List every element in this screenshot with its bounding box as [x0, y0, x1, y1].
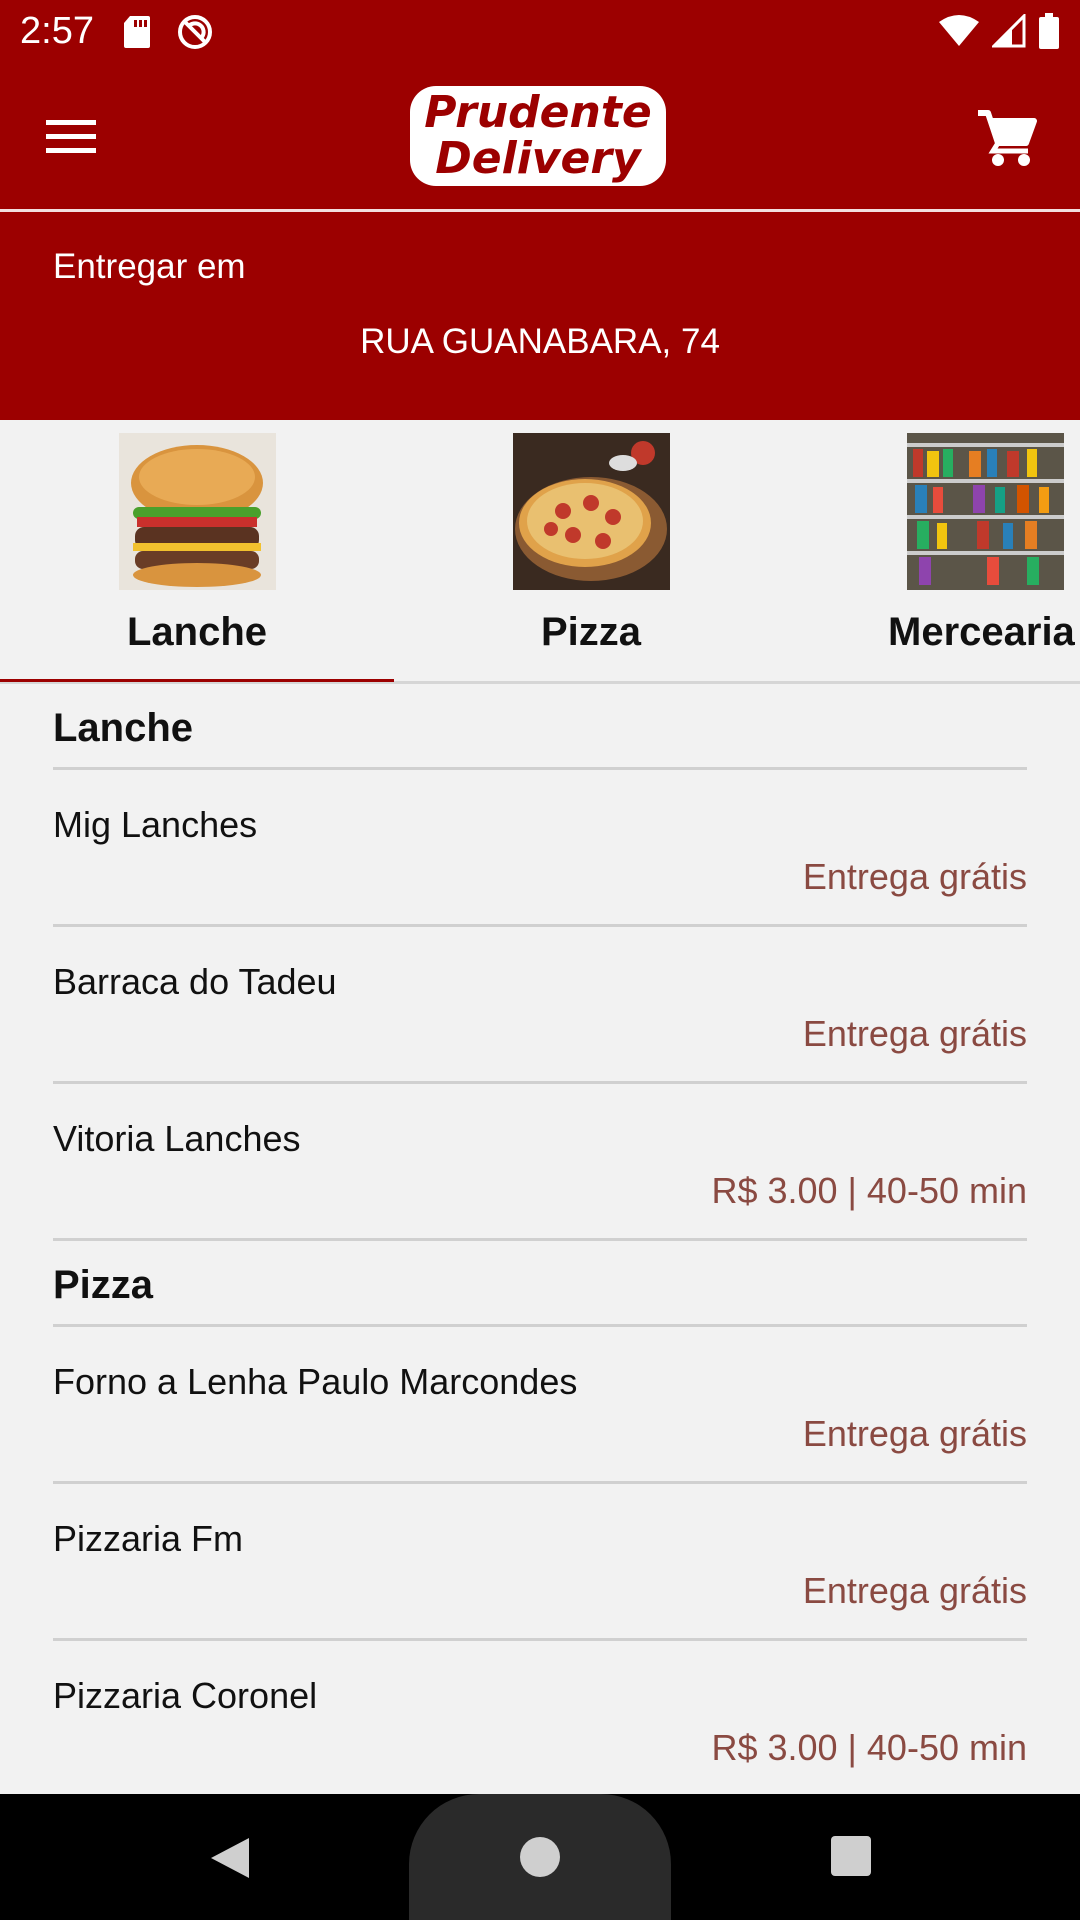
list-item[interactable]: Forno a Lenha Paulo Marcondes Entrega gr…	[53, 1327, 1027, 1484]
delivery-info: Entrega grátis	[802, 1413, 1027, 1454]
delivery-label: Entregar em	[53, 247, 246, 286]
home-icon[interactable]	[520, 1837, 560, 1877]
delivery-info: R$ 3.00 | 40-50 min	[711, 1727, 1027, 1768]
delivery-info: Entrega grátis	[802, 856, 1027, 897]
list-item[interactable]: Mig Lanches Entrega grátis	[53, 770, 1027, 927]
wifi-icon	[939, 15, 979, 46]
burger-photo	[119, 433, 276, 590]
signal-icon	[992, 14, 1026, 48]
delivery-info: Entrega grátis	[802, 1570, 1027, 1611]
shopping-cart-icon[interactable]	[976, 107, 1038, 167]
system-nav-bar	[0, 1794, 1080, 1920]
section-header: Lanche	[53, 684, 1027, 770]
logo-line-1: Prudente	[424, 87, 652, 138]
restaurant-name: Mig Lanches	[53, 804, 258, 845]
tab-mercearia[interactable]: Mercearia	[788, 420, 1080, 682]
do-not-disturb-icon	[178, 15, 212, 49]
tab-active-indicator	[0, 679, 394, 682]
section-title: Pizza	[53, 1263, 154, 1307]
delivery-address[interactable]: RUA GUANABARA, 74	[0, 322, 1080, 362]
battery-icon	[1039, 13, 1059, 49]
sd-card-icon	[124, 16, 150, 48]
grocery-shelves-photo	[907, 433, 1064, 590]
delivery-address-panel[interactable]: Entregar em RUA GUANABARA, 74	[0, 212, 1080, 420]
restaurant-name: Forno a Lenha Paulo Marcondes	[53, 1361, 578, 1402]
status-bar: 2:57	[0, 0, 1080, 63]
list-item[interactable]: Pizzaria Coronel R$ 3.00 | 40-50 min	[53, 1641, 1027, 1794]
list-item[interactable]: Barraca do Tadeu Entrega grátis	[53, 927, 1027, 1084]
section-title: Lanche	[53, 706, 194, 750]
app-logo: Prudente Delivery	[410, 86, 666, 186]
tab-pizza[interactable]: Pizza	[394, 420, 788, 682]
delivery-info: R$ 3.00 | 40-50 min	[711, 1170, 1027, 1211]
list-item[interactable]: Vitoria Lanches R$ 3.00 | 40-50 min	[53, 1084, 1027, 1241]
status-time: 2:57	[20, 10, 94, 52]
tab-label: Mercearia	[888, 610, 1075, 654]
restaurant-name: Barraca do Tadeu	[53, 961, 337, 1002]
logo-line-2: Delivery	[435, 133, 641, 184]
back-icon[interactable]	[205, 1834, 255, 1882]
list-item[interactable]: Pizzaria Fm Entrega grátis	[53, 1484, 1027, 1641]
app-bar: Prudente Delivery	[0, 63, 1080, 209]
tab-lanche[interactable]: Lanche	[0, 420, 394, 682]
hamburger-menu-icon[interactable]	[40, 110, 104, 162]
recents-icon[interactable]	[831, 1836, 871, 1876]
restaurant-name: Vitoria Lanches	[53, 1118, 301, 1159]
section-header: Pizza	[53, 1241, 1027, 1327]
tab-label: Pizza	[540, 610, 642, 654]
category-tabs: Lanche Pizza Mercearia	[0, 420, 1080, 684]
delivery-info: Entrega grátis	[802, 1013, 1027, 1054]
pizza-photo	[513, 433, 670, 590]
tab-label: Lanche	[126, 610, 268, 654]
restaurant-list[interactable]: Lanche Mig Lanches Entrega grátis Barrac…	[0, 684, 1080, 1794]
restaurant-name: Pizzaria Fm	[53, 1518, 244, 1559]
restaurant-name: Pizzaria Coronel	[53, 1675, 318, 1716]
